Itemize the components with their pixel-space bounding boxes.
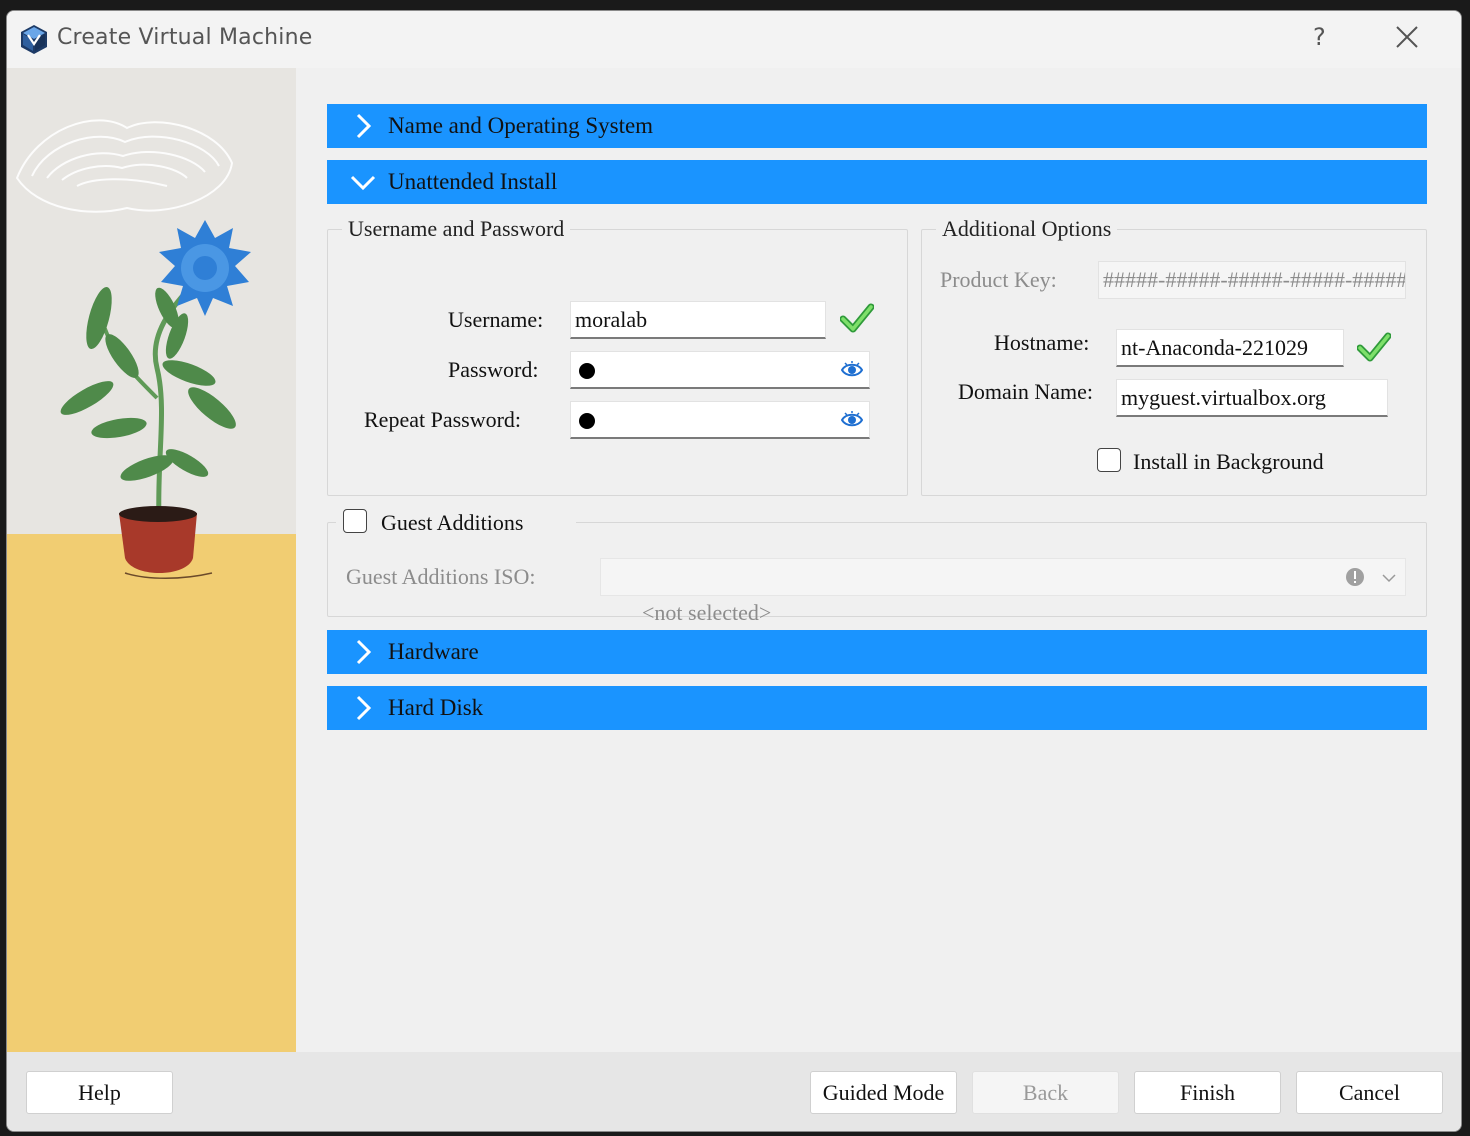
section-name-os[interactable]: Name and Operating System [327, 104, 1427, 148]
guided-mode-button[interactable]: Guided Mode [810, 1071, 957, 1114]
install-background-checkbox[interactable] [1097, 448, 1121, 472]
repeat-password-label: Repeat Password: [364, 407, 522, 432]
repeat-password-field[interactable] [570, 401, 870, 439]
close-icon[interactable] [1393, 23, 1421, 51]
section-unattended-label: Unattended Install [388, 169, 558, 194]
product-key-label: Product Key: [940, 267, 1057, 292]
warning-icon [1346, 568, 1364, 586]
button-bar: Help Guided Mode Back Finish Cancel [7, 1052, 1461, 1131]
section-hard-disk[interactable]: Hard Disk [327, 686, 1427, 730]
username-label: Username: [448, 307, 544, 332]
section-hard-disk-label: Hard Disk [388, 695, 484, 720]
guest-additions-label[interactable]: Guest Additions [381, 510, 523, 536]
back-button[interactable]: Back [972, 1071, 1119, 1114]
username-password-title: Username and Password [342, 216, 571, 242]
chevron-down-icon [1382, 574, 1396, 583]
password-mask-dot [579, 363, 595, 379]
chevron-right-icon [356, 695, 372, 721]
chevron-right-icon [356, 639, 372, 665]
product-key-field: #####-#####-#####-#####-##### [1098, 261, 1406, 299]
valid-check-icon [840, 303, 874, 333]
guest-additions-checkbox[interactable] [343, 509, 367, 533]
create-vm-dialog: Create Virtual Machine ? Name and Operat… [6, 10, 1462, 1132]
section-unattended[interactable]: Unattended Install [327, 160, 1427, 204]
show-repeat-password-eye-icon[interactable] [841, 409, 863, 431]
wizard-illustration [7, 68, 296, 1052]
install-background-label[interactable]: Install in Background [1133, 449, 1324, 475]
domain-name-label: Domain Name: [958, 379, 1094, 404]
chevron-down-icon [350, 175, 376, 191]
wizard-content: Name and Operating System Unattended Ins… [296, 68, 1461, 1052]
cancel-button[interactable]: Cancel [1296, 1071, 1443, 1114]
section-name-os-label: Name and Operating System [388, 113, 654, 138]
help-button[interactable]: Help [26, 1071, 173, 1114]
section-hardware-label: Hardware [388, 639, 479, 664]
domain-name-field[interactable]: myguest.virtualbox.org [1116, 379, 1388, 417]
virtualbox-icon [21, 25, 47, 54]
context-help-button[interactable]: ? [1313, 23, 1326, 51]
finish-button[interactable]: Finish [1134, 1071, 1281, 1114]
password-label: Password: [448, 357, 539, 382]
chevron-right-icon [356, 113, 372, 139]
guest-additions-iso-select: <not selected> [600, 558, 1406, 625]
title-bar: Create Virtual Machine ? [7, 11, 1461, 68]
hostname-label: Hostname: [994, 330, 1090, 355]
username-field[interactable]: moralab [570, 301, 826, 339]
hostname-valid-check-icon [1357, 332, 1391, 362]
guest-additions-iso-label: Guest Additions ISO: [346, 564, 536, 589]
window-title: Create Virtual Machine [57, 25, 313, 50]
show-password-eye-icon[interactable] [841, 359, 863, 381]
section-hardware[interactable]: Hardware [327, 630, 1427, 674]
guest-additions-iso-value: <not selected> [642, 600, 772, 625]
password-field[interactable] [570, 351, 870, 389]
plant-illustration [7, 68, 296, 1052]
hostname-field[interactable]: nt-Anaconda-221029 [1116, 329, 1344, 367]
repeat-password-mask-dot [579, 413, 595, 429]
additional-options-title: Additional Options [936, 216, 1118, 242]
